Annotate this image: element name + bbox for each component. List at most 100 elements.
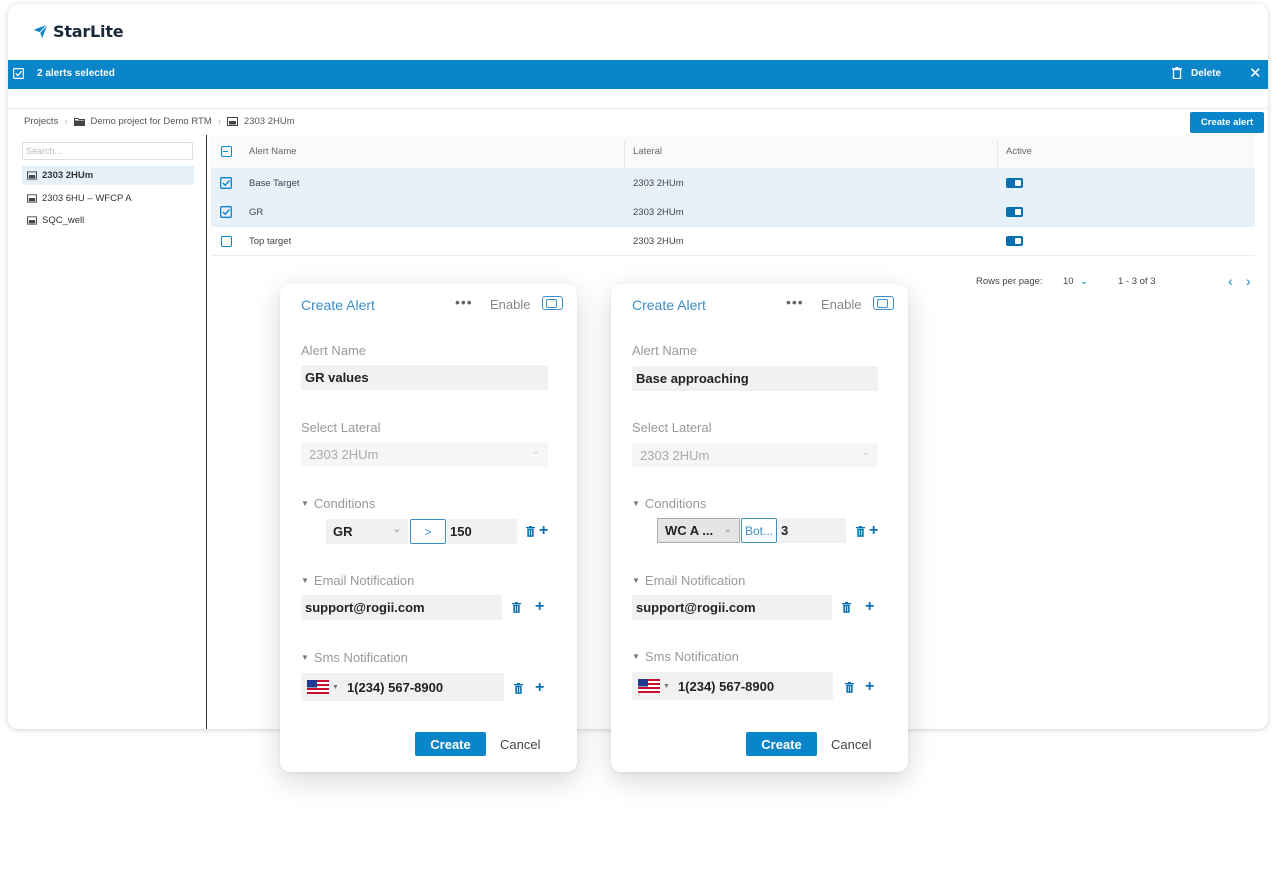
condition-value-input[interactable]: 150 [447, 519, 517, 544]
breadcrumb-project[interactable]: Demo project for Demo RTM [91, 116, 212, 127]
email-input[interactable]: support@rogii.com [632, 595, 832, 620]
create-button[interactable]: Create [415, 732, 486, 756]
chevron-down-icon[interactable]: ⌄ [1080, 276, 1088, 287]
sms-section-toggle[interactable]: ▼ Sms Notification [632, 649, 739, 664]
search-input[interactable]: Search... [22, 142, 193, 160]
trash-icon[interactable] [514, 683, 523, 694]
trash-icon[interactable] [526, 526, 535, 537]
sidebar-item[interactable]: 2303 2HUm [22, 166, 194, 185]
close-icon[interactable]: ✕ [1249, 66, 1262, 81]
lateral-select[interactable]: 2303 2HUm ⌄ [632, 443, 878, 467]
table-row[interactable]: Base Target 2303 2HUm [211, 169, 1255, 198]
well-icon [27, 216, 37, 225]
chevron-left-icon[interactable]: ‹ [1228, 273, 1233, 289]
header-active[interactable]: Active [1006, 135, 1032, 168]
caret-down-icon[interactable]: ▼ [332, 684, 339, 691]
lateral-value: 2303 2HUm [309, 446, 379, 462]
email-section-toggle[interactable]: ▼ Email Notification [632, 573, 745, 588]
table-row[interactable]: GR 2303 2HUm [211, 198, 1255, 227]
active-toggle[interactable] [1006, 227, 1023, 255]
table-row[interactable]: Top target 2303 2HUm [211, 227, 1255, 256]
column-separator [624, 141, 625, 169]
header-lateral[interactable]: Lateral [633, 135, 662, 168]
row-checkbox[interactable] [211, 227, 241, 255]
caret-down-icon: ▼ [301, 499, 309, 508]
add-condition-icon[interactable]: + [539, 523, 548, 539]
trash-icon[interactable] [856, 526, 865, 537]
chevron-right-icon[interactable]: › [1246, 273, 1251, 289]
email-input[interactable]: support@rogii.com [301, 595, 502, 620]
condition-operator-select[interactable]: Bot... [741, 518, 777, 543]
enable-toggle[interactable] [542, 296, 563, 310]
more-options-icon[interactable]: ••• [455, 294, 473, 310]
selected-count: 2 alerts selected [37, 68, 115, 79]
phone-input[interactable]: ▼ 1(234) 567-8900 [632, 672, 833, 700]
lateral-cell: 2303 2HUm [633, 235, 684, 247]
add-email-icon[interactable]: + [865, 599, 874, 615]
row-checkbox[interactable] [211, 169, 241, 197]
selection-bar: 2 alerts selected Delete ✕ [8, 60, 1268, 89]
sidebar-item[interactable]: 2303 6HU – WFCP A [22, 189, 194, 208]
condition-field-select[interactable]: GR ⌄ [326, 519, 408, 544]
add-phone-icon[interactable]: + [535, 680, 544, 696]
more-options-icon[interactable]: ••• [786, 294, 804, 310]
breadcrumb-projects[interactable]: Projects [24, 116, 58, 127]
well-icon [226, 117, 238, 126]
rows-per-page-select[interactable]: 10 [1063, 276, 1074, 287]
active-toggle[interactable] [1006, 198, 1023, 226]
chevron-down-icon: ⌄ [723, 524, 732, 535]
us-flag-icon[interactable] [638, 679, 660, 693]
cancel-button[interactable]: Cancel [500, 737, 540, 752]
trash-icon[interactable] [842, 602, 851, 613]
sidebar-item-label: 2303 6HU – WFCP A [42, 193, 132, 204]
header-alert-name[interactable]: Alert Name [249, 135, 297, 168]
chevron-down-icon: ⌄ [531, 446, 540, 457]
email-label: Email Notification [313, 573, 415, 588]
breadcrumb-well[interactable]: 2303 2HUm [244, 116, 295, 127]
page-range: 1 - 3 of 3 [1118, 276, 1156, 287]
select-lateral-label: Select Lateral [632, 420, 712, 435]
enable-toggle[interactable] [873, 296, 894, 310]
lateral-select[interactable]: 2303 2HUm ⌄ [301, 442, 548, 466]
sidebar-item[interactable]: SQC_well [22, 211, 194, 230]
conditions-section-toggle[interactable]: ▼ Conditions [301, 496, 375, 511]
select-all-checkbox[interactable] [211, 135, 241, 168]
add-condition-icon[interactable]: + [869, 523, 878, 539]
email-section-toggle[interactable]: ▼ Email Notification [301, 573, 414, 588]
create-button[interactable]: Create [746, 732, 817, 756]
condition-operator-select[interactable]: > [410, 519, 446, 544]
condition-value-input[interactable]: 3 [778, 518, 846, 543]
condition-field-select[interactable]: WC A ... ⌄ [657, 518, 740, 543]
active-toggle[interactable] [1006, 169, 1023, 197]
conditions-section-toggle[interactable]: ▼ Conditions [632, 496, 706, 511]
column-separator [997, 141, 998, 169]
alert-name-input[interactable]: Base approaching [632, 366, 878, 391]
lateral-cell: 2303 2HUm [633, 177, 684, 189]
phone-input[interactable]: ▼ 1(234) 567-8900 [301, 673, 504, 701]
create-alert-button[interactable]: Create alert [1190, 112, 1264, 133]
chevron-right-icon: › [64, 116, 68, 127]
condition-field-value: WC A ... [665, 523, 714, 538]
alert-name-input[interactable]: GR values [301, 365, 548, 390]
delete-button[interactable]: Delete [1172, 67, 1221, 79]
condition-field-value: GR [333, 524, 353, 539]
row-checkbox[interactable] [211, 198, 241, 226]
checkbox-checked-icon [220, 206, 232, 218]
phone-number: 1(234) 567-8900 [346, 679, 444, 695]
us-flag-icon[interactable] [307, 680, 329, 694]
chevron-down-icon: ⌄ [861, 447, 870, 458]
toggle-on-icon [1006, 236, 1023, 246]
trash-icon[interactable] [845, 682, 854, 693]
select-lateral-label: Select Lateral [301, 420, 381, 435]
caret-down-icon[interactable]: ▼ [663, 683, 670, 690]
cancel-button[interactable]: Cancel [831, 737, 871, 752]
checkbox-checked-icon[interactable] [13, 68, 24, 79]
add-email-icon[interactable]: + [535, 599, 544, 615]
sms-section-toggle[interactable]: ▼ Sms Notification [301, 650, 408, 665]
trash-icon[interactable] [512, 602, 521, 613]
add-phone-icon[interactable]: + [865, 679, 874, 695]
caret-down-icon: ▼ [632, 576, 640, 585]
chevron-down-icon: ⌄ [392, 524, 401, 535]
lateral-cell: 2303 2HUm [633, 206, 684, 218]
create-alert-card: Create Alert ••• Enable Alert Name GR va… [280, 284, 577, 772]
